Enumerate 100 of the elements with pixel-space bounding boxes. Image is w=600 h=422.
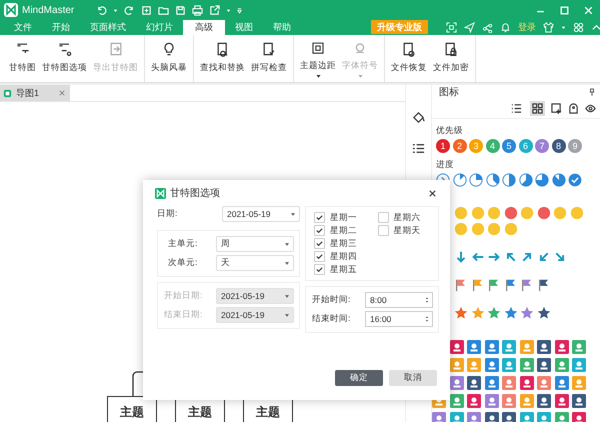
unit-dropdown[interactable]: 周 [216,236,294,252]
time-spinner[interactable]: 16:00 [365,311,433,327]
sticker-icon[interactable] [554,394,568,408]
undo-icon[interactable] [96,4,108,16]
progress-icon[interactable] [452,173,466,187]
tag-icon[interactable] [568,103,579,114]
progress-icon[interactable] [469,173,483,187]
star-icon[interactable] [504,306,518,320]
redo-icon[interactable] [124,4,136,16]
sticker-icon[interactable] [467,340,481,354]
ribbon-button[interactable]: 甘特图 [6,39,39,78]
progress-icon[interactable] [535,173,549,187]
paint-bucket-icon[interactable] [412,111,425,124]
apps-icon[interactable] [573,22,584,33]
progress-icon[interactable] [568,173,582,187]
arrow-icon[interactable] [454,250,468,264]
sticker-icon[interactable] [467,376,481,390]
priority-icon[interactable]: 5 [502,139,516,153]
sticker-icon[interactable] [484,412,498,422]
spin-arrows-icon[interactable] [425,315,429,323]
flag-icon[interactable] [454,278,468,292]
sticker-icon[interactable] [537,358,551,372]
ribbon-button[interactable]: 拼写检查 [248,39,290,78]
cancel-button[interactable]: 取消 [389,370,437,386]
pin-icon[interactable] [589,88,595,96]
progress-icon[interactable] [518,173,532,187]
ribbon-button[interactable]: 文件加密 [430,39,472,78]
unit-dropdown[interactable]: 天 [216,255,294,271]
flag-icon[interactable] [470,278,484,292]
priority-icon[interactable]: 1 [436,139,450,153]
date-dropdown[interactable]: 2021-05-19 [222,206,300,222]
priority-icon[interactable]: 8 [552,139,566,153]
time-spinner[interactable]: 8:00 [365,292,433,308]
emoji-icon[interactable] [454,206,468,220]
checkbox[interactable] [314,238,325,249]
sticker-icon[interactable] [520,376,534,390]
sticker-icon[interactable] [484,340,498,354]
share-icon[interactable] [482,22,493,33]
star-icon[interactable] [520,306,534,320]
spin-arrows-icon[interactable] [425,296,429,304]
new-file-icon[interactable] [141,4,152,16]
flag-icon[interactable] [487,278,501,292]
list-view-icon[interactable] [509,101,524,116]
menu-tab[interactable]: 高级 [183,20,225,35]
sticker-icon[interactable] [484,394,498,408]
sticker-icon[interactable] [554,340,568,354]
sticker-icon[interactable] [484,358,498,372]
sticker-icon[interactable] [450,340,464,354]
grid-view-icon[interactable] [530,101,545,116]
checkbox[interactable] [314,212,325,223]
checkbox[interactable] [378,212,388,223]
sticker-icon[interactable] [432,412,446,422]
sticker-icon[interactable] [572,394,586,408]
star-icon[interactable] [536,306,550,320]
eye-icon[interactable] [585,103,596,114]
ribbon-button[interactable]: 文件恢复 [388,39,430,78]
document-tab[interactable]: 导图1 [0,85,70,101]
folder-icon[interactable] [158,4,170,16]
sticker-icon[interactable] [450,376,464,390]
sticker-icon[interactable] [537,340,551,354]
maximize-icon[interactable] [559,4,570,16]
fullscreen-icon[interactable] [446,22,457,33]
send-icon[interactable] [464,22,475,33]
flag-icon[interactable] [504,278,518,292]
ok-button[interactable]: 确定 [335,370,383,386]
arrow-icon[interactable] [553,250,567,264]
flag-icon[interactable] [536,278,550,292]
topic-node[interactable]: 主题 [107,396,157,422]
emoji-icon[interactable] [504,206,518,220]
export-icon[interactable] [209,4,220,16]
save-icon[interactable] [175,4,186,16]
star-icon[interactable] [487,306,501,320]
arrow-icon[interactable] [470,250,484,264]
sticker-icon[interactable] [502,412,516,422]
checkbox[interactable] [314,225,325,236]
sticker-icon[interactable] [484,376,498,390]
add-image-icon[interactable] [551,103,562,114]
star-icon[interactable] [470,306,484,320]
checkbox[interactable] [314,264,325,275]
sticker-icon[interactable] [450,394,464,408]
star-icon[interactable] [454,306,468,320]
arrow-icon[interactable] [487,250,501,264]
sticker-icon[interactable] [467,412,481,422]
list-icon[interactable] [412,142,425,155]
bell-icon[interactable] [500,22,511,33]
sticker-icon[interactable] [554,376,568,390]
emoji-icon[interactable] [536,206,550,220]
sticker-icon[interactable] [537,394,551,408]
ribbon-button[interactable]: 查找和替换 [197,39,248,78]
progress-icon[interactable] [486,173,500,187]
progress-icon[interactable] [502,173,516,187]
shirt-icon[interactable] [543,22,554,33]
ribbon-button[interactable]: 主题边距 [297,39,339,78]
ribbon-button[interactable]: 头脑风暴 [148,39,190,78]
checkbox[interactable] [378,225,388,236]
arrow-icon[interactable] [520,250,534,264]
emoji-icon[interactable] [454,222,468,236]
flag-icon[interactable] [520,278,534,292]
close-icon[interactable] [428,188,437,198]
ribbon-button[interactable]: 甘特图选项 [39,39,90,78]
